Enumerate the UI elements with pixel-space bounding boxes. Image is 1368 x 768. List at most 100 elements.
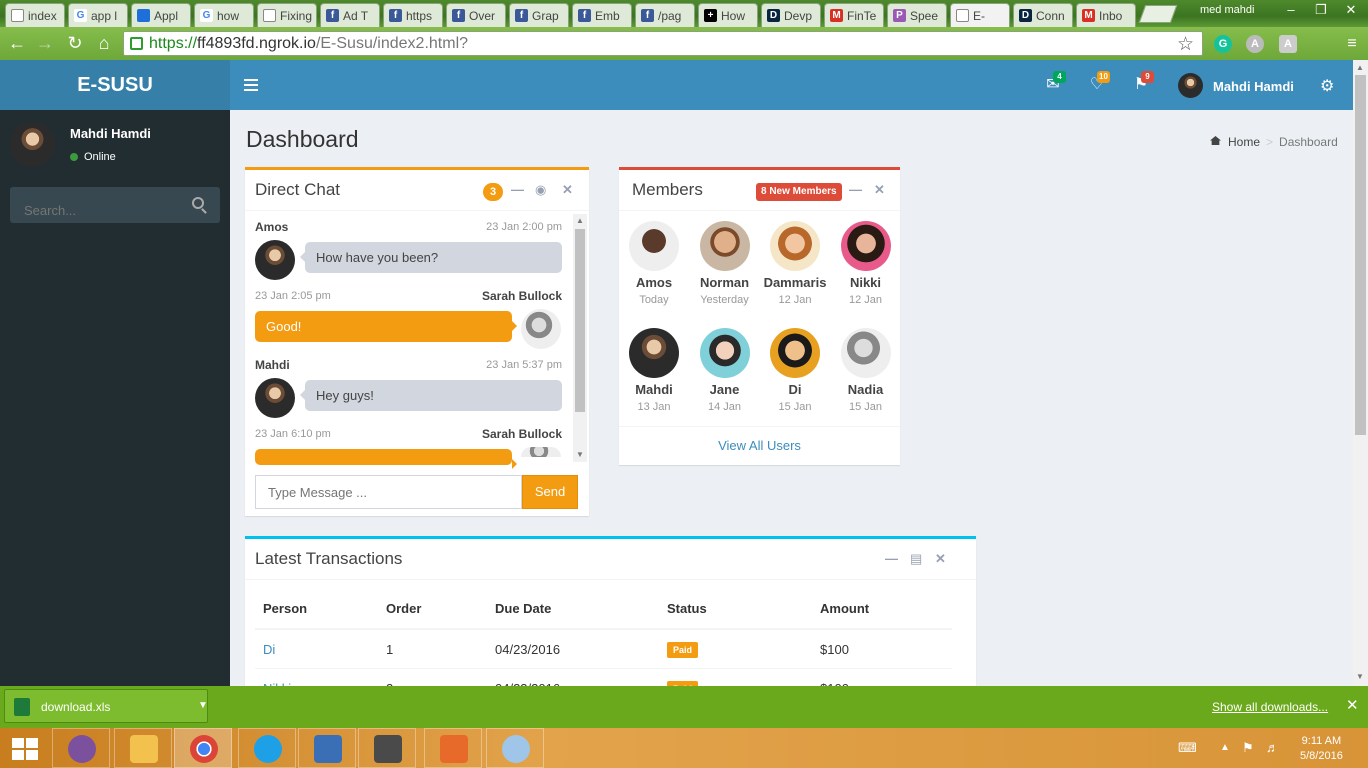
keyboard-icon[interactable]: ⌨ (1178, 740, 1197, 756)
browser-tab[interactable]: f/pag (635, 3, 695, 27)
browser-tab[interactable]: M FinTe (824, 3, 884, 27)
header-user-avatar[interactable] (1178, 73, 1203, 98)
member-name[interactable]: Nadia (831, 382, 901, 397)
browser-tab[interactable]: D Devp (761, 3, 821, 27)
chat-scroll-thumb[interactable] (575, 229, 585, 412)
bell-icon[interactable]: ♡ 10 (1088, 71, 1110, 93)
taskbar-explorer[interactable] (114, 728, 172, 768)
save-icon[interactable]: ▤ (910, 551, 922, 567)
browser-tab[interactable]: index (5, 3, 65, 27)
member-name[interactable]: Jane (690, 382, 760, 397)
browser-tab[interactable]: Ghow (194, 3, 254, 27)
browser-tab[interactable]: M Inbo (1076, 3, 1136, 27)
chat-scroll-down-icon[interactable]: ▼ (576, 450, 584, 459)
member-item[interactable]: Jane 14 Jan (690, 328, 760, 413)
show-hidden-icons[interactable]: ▲ (1220, 742, 1230, 753)
browser-tab[interactable]: Gapp l (68, 3, 128, 27)
action-center-flag-icon[interactable]: ⚑ (1242, 740, 1254, 756)
close-window-icon[interactable]: ✕ (1336, 0, 1366, 20)
member-name[interactable]: Dammaris (760, 275, 830, 290)
view-all-users-link[interactable]: View All Users (619, 438, 900, 453)
close-icon[interactable]: ✕ (874, 182, 885, 198)
taskbar-network[interactable] (298, 728, 356, 768)
new-tab-button[interactable] (1138, 5, 1178, 23)
collapse-icon[interactable]: — (849, 182, 862, 197)
sidebar-search-input[interactable] (10, 187, 220, 223)
contacts-icon[interactable]: ◉ (535, 182, 546, 198)
gears-icon[interactable]: ⚙ (1320, 76, 1334, 96)
bookmark-star-icon[interactable]: ☆ (1177, 33, 1194, 56)
search-icon[interactable] (192, 197, 204, 209)
message-input[interactable] (255, 475, 522, 509)
member-name[interactable]: Mahdi (619, 382, 689, 397)
chat-scroll-up-icon[interactable]: ▲ (576, 216, 584, 225)
taskbar-chrome[interactable] (174, 728, 232, 768)
reload-icon[interactable]: ↻ (64, 33, 86, 53)
flag-icon[interactable]: ⚑ 9 (1132, 71, 1154, 93)
taskbar-ie[interactable] (238, 728, 296, 768)
member-item[interactable]: Norman Yesterday (690, 221, 760, 306)
angular-icon[interactable]: A (1279, 35, 1297, 53)
column-header[interactable]: Status (659, 601, 812, 630)
member-item[interactable]: Nadia 15 Jan (831, 328, 901, 413)
taskbar-paint[interactable] (486, 728, 544, 768)
table-cell-person[interactable]: Di (255, 629, 378, 669)
close-icon[interactable]: ✕ (1346, 696, 1359, 714)
forward-icon[interactable]: → (34, 33, 56, 53)
browser-tab[interactable]: Appl (131, 3, 191, 27)
browser-tab[interactable]: E- (950, 3, 1010, 27)
browser-tab[interactable]: Fixing (257, 3, 317, 27)
member-item[interactable]: Amos Today (619, 221, 689, 306)
header-user-name[interactable]: Mahdi Hamdi (1213, 79, 1294, 94)
close-icon[interactable]: ✕ (562, 182, 573, 198)
scroll-down-icon[interactable]: ▼ (1356, 672, 1364, 681)
download-item[interactable]: download.xls ▼ (4, 689, 208, 723)
browser-tab[interactable]: f Ad T (320, 3, 380, 27)
member-item[interactable]: Mahdi 13 Jan (619, 328, 689, 413)
member-name[interactable]: Di (760, 382, 830, 397)
show-all-downloads-link[interactable]: Show all downloads... (1212, 700, 1328, 714)
chat-scrollbar[interactable]: ▲ ▼ (573, 214, 587, 462)
browser-tab[interactable]: P Spee (887, 3, 947, 27)
extension-a-icon[interactable]: A (1246, 35, 1264, 53)
clock[interactable]: 9:11 AM 5/8/2016 (1300, 734, 1343, 764)
column-header[interactable]: Person (255, 601, 378, 630)
browser-tab[interactable]: f Over (446, 3, 506, 27)
minimize-icon[interactable]: – (1276, 0, 1306, 20)
table-cell-person[interactable]: Nikki (255, 668, 378, 686)
member-item[interactable]: Dammaris 12 Jan (760, 221, 830, 306)
browser-tab[interactable]: D Conn (1013, 3, 1073, 27)
page-scrollbar[interactable]: ▲ ▼ (1353, 60, 1368, 686)
address-bar[interactable]: https://ff4893fd.ngrok.io/E-Susu/index2.… (123, 31, 1203, 56)
send-button[interactable]: Send (522, 475, 578, 509)
back-icon[interactable]: ← (6, 33, 28, 53)
volume-icon[interactable]: ♬ (1266, 740, 1279, 755)
grammarly-icon[interactable]: G (1214, 35, 1232, 53)
profile-name[interactable]: med mahdi (1200, 4, 1254, 16)
browser-tab[interactable]: f Emb (572, 3, 632, 27)
collapse-icon[interactable]: — (511, 182, 524, 197)
taskbar-viber[interactable] (52, 728, 110, 768)
scroll-up-icon[interactable]: ▲ (1356, 63, 1364, 72)
browser-tab[interactable]: f https (383, 3, 443, 27)
member-item[interactable]: Di 15 Jan (760, 328, 830, 413)
scroll-thumb[interactable] (1355, 75, 1366, 435)
member-name[interactable]: Norman (690, 275, 760, 290)
column-header[interactable]: Due Date (487, 601, 659, 630)
collapse-icon[interactable]: — (885, 551, 898, 566)
browser-tab[interactable]: f Grap (509, 3, 569, 27)
taskbar-sublime[interactable] (358, 728, 416, 768)
chrome-menu-icon[interactable]: ≡ (1343, 35, 1361, 53)
browser-tab[interactable]: + How (698, 3, 758, 27)
windows-start-icon[interactable] (12, 738, 38, 760)
member-name[interactable]: Amos (619, 275, 689, 290)
column-header[interactable]: Order (378, 601, 487, 630)
close-icon[interactable]: ✕ (935, 551, 946, 567)
home-icon[interactable]: ⌂ (93, 33, 115, 53)
member-name[interactable]: Nikki (831, 275, 901, 290)
chevron-down-icon[interactable]: ▼ (198, 700, 208, 711)
maximize-icon[interactable]: ❐ (1306, 0, 1336, 20)
member-item[interactable]: Nikki 12 Jan (831, 221, 901, 306)
taskbar-app[interactable] (424, 728, 482, 768)
column-header[interactable]: Amount (812, 601, 952, 630)
